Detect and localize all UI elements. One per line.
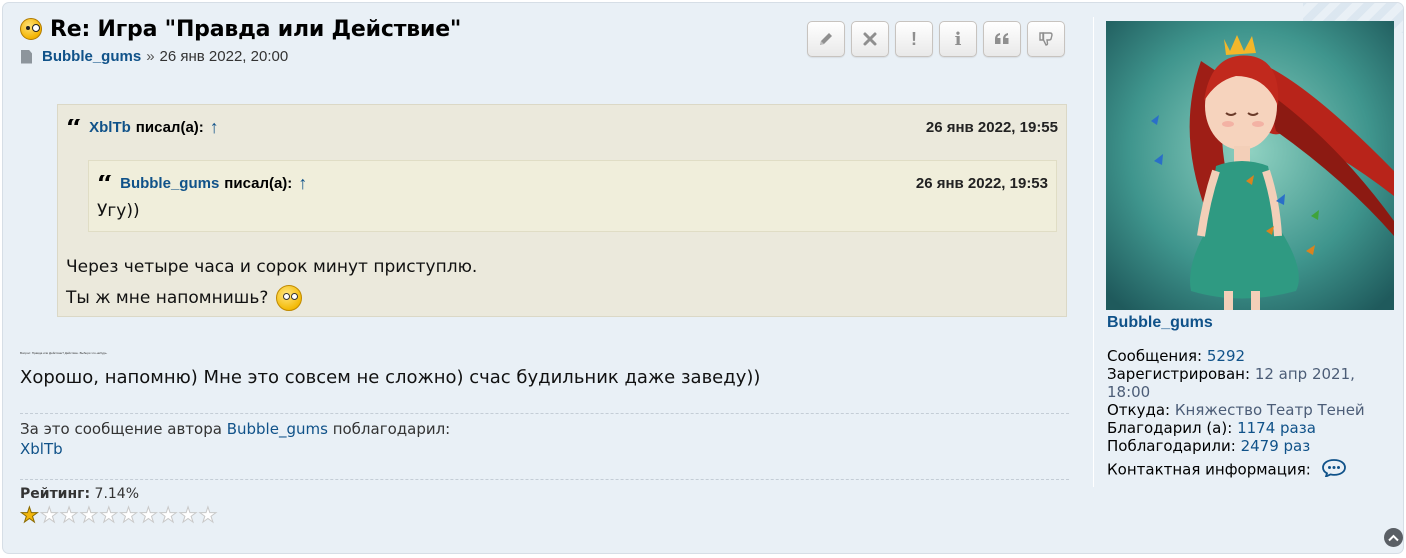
post-title[interactable]: Re: Игра "Правда или Действие" xyxy=(50,17,461,42)
rating-divider xyxy=(20,479,1069,480)
star-empty-icon[interactable]: ★ xyxy=(158,504,178,527)
thanks-line: За это сообщение автора Bubble_gums побл… xyxy=(20,419,450,439)
quote-mark-icon: “ xyxy=(97,174,114,193)
thanks-section: За это сообщение автора Bubble_gums побл… xyxy=(20,419,450,459)
post-message-text: Хорошо, напомню) Мне это совсем не сложн… xyxy=(20,367,761,388)
exclamation-icon: ! xyxy=(911,28,917,49)
report-button[interactable]: ! xyxy=(895,21,933,57)
tiny-text: Вопрос: Правда или Действие? Действие. В… xyxy=(20,351,108,355)
chevron-up-icon xyxy=(1388,534,1399,541)
rating-stars: ★ ★ ★ ★ ★ ★ ★ ★ ★ ★ xyxy=(20,504,218,527)
rolling-eyes-emoji-icon xyxy=(275,285,302,311)
back-to-top-button[interactable] xyxy=(1384,528,1403,547)
nested-quote-text: Угу)) xyxy=(97,201,140,221)
star-empty-icon[interactable]: ★ xyxy=(39,504,59,527)
contact-label: Контактная информация: xyxy=(1107,460,1311,479)
nested-quote-jump-arrow[interactable]: ↑ xyxy=(298,173,307,194)
rating-value: 7.14% xyxy=(94,486,140,502)
dislike-button[interactable] xyxy=(1027,21,1065,57)
thanked-count-link[interactable]: 1174 раза xyxy=(1237,419,1316,437)
post-author-link[interactable]: Bubble_gums xyxy=(42,48,141,65)
star-empty-icon[interactable]: ★ xyxy=(99,504,119,527)
post-panel: Re: Игра "Правда или Действие" Bubble_gu… xyxy=(2,2,1404,554)
quote-button[interactable] xyxy=(983,21,1021,57)
nested-quote-wrote-label: писал(а): xyxy=(224,175,293,192)
thanks-user-link[interactable]: XblTb xyxy=(20,439,450,459)
nested-quote-header: “ Bubble_gums писал(а): ↑ xyxy=(97,173,307,194)
post-datetime: 26 янв 2022, 20:00 xyxy=(159,48,289,65)
delete-button[interactable] xyxy=(851,21,889,57)
thanks-prefix: За это сообщение автора xyxy=(20,420,222,438)
thanks-author-link[interactable]: Bubble_gums xyxy=(227,420,328,438)
star-empty-icon[interactable]: ★ xyxy=(59,504,79,527)
quote-block-inner: “ Bubble_gums писал(а): ↑ 26 янв 2022, 1… xyxy=(88,160,1057,232)
thanks-suffix: поблагодарил: xyxy=(332,420,451,438)
profile-field-label: Откуда: xyxy=(1107,401,1171,419)
quote-wrote-label: писал(а): xyxy=(135,119,204,136)
rating-line: Рейтинг: 7.14% xyxy=(20,486,139,502)
quote-text-line-2: Ты ж мне напомнишь? xyxy=(66,285,302,311)
quote-author-link[interactable]: XblTb xyxy=(89,119,131,136)
avatar-image xyxy=(1106,21,1394,310)
info-button[interactable]: i xyxy=(939,21,977,57)
profile-fields: Сообщения: 5292 Зарегистрирован: 12 апр … xyxy=(1107,347,1377,481)
edit-button[interactable] xyxy=(807,21,845,57)
star-empty-icon[interactable]: ★ xyxy=(119,504,139,527)
pencil-icon xyxy=(820,33,832,45)
star-empty-icon[interactable]: ★ xyxy=(178,504,198,527)
star-filled-icon[interactable]: ★ xyxy=(20,504,40,527)
chat-bubble-icon[interactable] xyxy=(1321,459,1346,481)
profile-field: Зарегистрирован: 12 апр 2021, 18:00 xyxy=(1107,365,1377,401)
profile-field-label: Поблагодарили: xyxy=(1107,437,1236,455)
profile-field: Благодарил (а): 1174 раза xyxy=(1107,419,1377,437)
close-icon xyxy=(863,32,877,46)
profile-field: Поблагодарили: 2479 раз xyxy=(1107,437,1377,455)
profile-username-link[interactable]: Bubble_gums xyxy=(1107,314,1213,332)
location-value: Княжество Театр Теней xyxy=(1174,401,1365,419)
star-empty-icon[interactable]: ★ xyxy=(138,504,158,527)
info-icon: i xyxy=(954,28,962,50)
post-file-icon[interactable] xyxy=(21,49,32,64)
quote-text-line-2-text: Ты ж мне напомнишь? xyxy=(66,288,269,308)
post-action-buttons: ! i xyxy=(807,21,1065,57)
posts-count-link[interactable]: 5292 xyxy=(1207,347,1245,365)
rating-label: Рейтинг: xyxy=(20,486,91,502)
profile-field-label: Благодарил (а): xyxy=(1107,419,1233,437)
profile-field: Сообщения: 5292 xyxy=(1107,347,1377,365)
thumbs-down-icon xyxy=(1039,32,1053,46)
nested-quote-author-link[interactable]: Bubble_gums xyxy=(120,175,219,192)
profile-field-label: Сообщения: xyxy=(1107,347,1203,365)
nested-quote-date: 26 янв 2022, 19:53 xyxy=(915,175,1048,192)
quote-date: 26 янв 2022, 19:55 xyxy=(925,119,1058,136)
author-profile: Bubble_gums Сообщения: 5292 Зарегистриро… xyxy=(1093,17,1394,487)
author-separator: » xyxy=(146,48,155,65)
profile-field: Откуда: Княжество Театр Теней xyxy=(1107,401,1377,419)
star-empty-icon[interactable]: ★ xyxy=(79,504,99,527)
quote-header: “ XblTb писал(а): ↑ xyxy=(66,117,219,138)
quote-jump-arrow[interactable]: ↑ xyxy=(210,117,219,138)
quote-mark-icon: “ xyxy=(66,118,83,137)
thanks-divider xyxy=(20,413,1069,414)
profile-contact: Контактная информация: xyxy=(1107,459,1377,481)
thanked-by-count-link[interactable]: 2479 раз xyxy=(1241,437,1311,455)
topic-emoji-icon xyxy=(20,18,42,40)
star-empty-icon[interactable]: ★ xyxy=(198,504,218,527)
profile-field-label: Зарегистрирован: xyxy=(1107,365,1251,383)
quote-text-line-1: Через четыре часа и сорок минут приступл… xyxy=(66,257,478,277)
quote-icon xyxy=(995,33,1009,44)
author-avatar[interactable] xyxy=(1106,21,1394,310)
